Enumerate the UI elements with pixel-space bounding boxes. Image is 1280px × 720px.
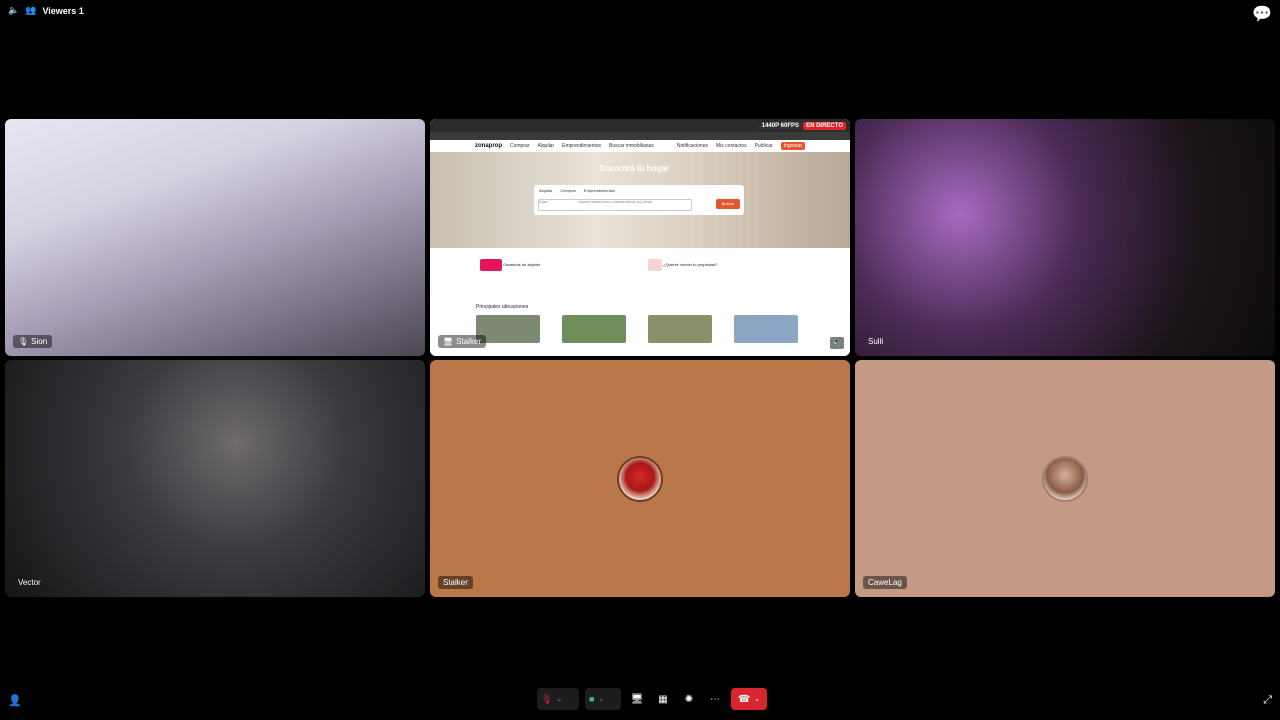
live-badge: EN DIRECTO <box>803 122 846 130</box>
screen-share-tile[interactable]: zonaprop Comprar Alquilar Emprendimiento… <box>430 119 850 356</box>
location-thumb <box>562 315 626 343</box>
video-tile-cawelag[interactable]: CaweLag <box>855 360 1275 597</box>
location-thumbnails <box>476 315 798 343</box>
participant-label: Sulli <box>863 335 888 348</box>
speaker-icon[interactable]: 🔈 <box>8 5 19 16</box>
section-title: Principales ubicaciones <box>476 304 529 310</box>
nav-item: Comprar <box>510 143 530 149</box>
shared-browser: zonaprop Comprar Alquilar Emprendimiento… <box>430 119 850 356</box>
participant-label: 🖥 Stalker <box>438 335 487 348</box>
browser-address-bar <box>430 132 850 140</box>
participant-label: CaweLag <box>863 576 907 589</box>
soundboard-button[interactable]: ✺ <box>679 688 699 710</box>
participant-name: Stalker <box>443 578 468 587</box>
camera-toggle[interactable]: ■ ⌄ <box>585 688 621 710</box>
promo-icon <box>480 259 502 271</box>
chat-icon[interactable]: 💬 <box>1252 4 1272 24</box>
quality-badge: 1440P 60FPS <box>758 122 802 130</box>
viewers-count: Viewers 1 <box>42 5 84 16</box>
viewers-info: 🔈 👥 Viewers 1 <box>8 5 84 16</box>
search-field: Casa Ingresá ubicaciones o característic… <box>538 199 692 211</box>
hangup-icon: ☎ <box>737 693 751 705</box>
video-tile-sion[interactable]: 🎙 Sion <box>5 119 425 356</box>
video-tile-sulli[interactable]: Sulli <box>855 119 1275 356</box>
search-tab: Emprendimientos <box>583 188 616 193</box>
fullscreen-icon[interactable]: ⤢ <box>1263 694 1272 707</box>
location-thumb <box>648 315 712 343</box>
hero: Encontrá tu hogar Alquilar Comprar Empre… <box>430 152 850 248</box>
search-tab: Alquilar <box>539 188 553 193</box>
avatar <box>617 455 663 502</box>
promo-title: ¿Querés vender tu propiedad? <box>663 262 718 268</box>
participant-label: Vector <box>13 576 46 589</box>
promo-title: Garantías de alquiler <box>503 262 541 268</box>
volume-icon[interactable]: 🔈 <box>830 337 844 349</box>
site-logo: zonaprop <box>475 143 502 149</box>
participant-label: Stalker <box>438 576 473 589</box>
location-thumb <box>734 315 798 343</box>
nav-item: Alquilar <box>537 143 555 149</box>
activities-icon: ▦ <box>658 693 668 705</box>
search-placeholder: Ingresá ubicaciones o características (e… <box>578 200 653 204</box>
screen-share-button[interactable]: 🖥 <box>627 688 647 710</box>
site-nav: zonaprop Comprar Alquilar Emprendimiento… <box>430 140 850 152</box>
search-button: Buscar <box>716 199 740 209</box>
top-bar: 🔈 👥 Viewers 1 💬 <box>0 0 1280 24</box>
participant-name: CaweLag <box>868 578 902 587</box>
nav-item: Mis contactos <box>716 143 747 149</box>
search-tabs: Alquilar Comprar Emprendimientos <box>534 185 744 196</box>
participant-name: Sion <box>31 337 48 346</box>
avatar <box>1042 455 1088 502</box>
screen-share-icon: 🖥 <box>630 693 644 705</box>
participant-name: Sulli <box>868 337 884 346</box>
mic-muted-icon: 🎙 <box>18 337 29 346</box>
invite-icon[interactable]: 👤 <box>8 694 22 707</box>
chevron-down-icon[interactable]: ⌄ <box>754 695 760 703</box>
mic-toggle[interactable]: 🎙 ⌄ <box>537 688 579 710</box>
nav-item: Publicar <box>754 143 773 149</box>
nav-item: Ingresar <box>780 142 805 150</box>
more-options-button[interactable]: ⋯ <box>705 688 725 710</box>
promo-garantias: Garantías de alquiler <box>480 259 540 271</box>
mic-muted-icon: 🎙 <box>541 693 553 704</box>
participant-name: Stalker <box>456 337 482 346</box>
search-box: Alquilar Comprar Emprendimientos Casa In… <box>534 185 744 215</box>
more-icon: ⋯ <box>710 693 720 705</box>
soundboard-icon: ✺ <box>684 693 694 705</box>
participant-name: Vector <box>18 578 41 587</box>
disconnect-button[interactable]: ☎ ⌄ <box>731 688 767 710</box>
search-type: Casa <box>539 200 548 204</box>
hero-title: Encontrá tu hogar <box>600 164 669 173</box>
screen-share-icon: 🖥 <box>443 337 454 346</box>
promo-icon <box>648 259 662 271</box>
viewers-icon: 👥 <box>25 5 37 15</box>
video-tile-vector[interactable]: Vector <box>5 360 425 597</box>
video-tile-stalker[interactable]: Stalker <box>430 360 850 597</box>
participant-label: 🎙 Sion <box>13 335 53 348</box>
chevron-down-icon[interactable]: ⌄ <box>598 695 604 703</box>
promo-vender: ¿Querés vender tu propiedad? <box>648 259 718 271</box>
search-tab: Comprar <box>560 188 576 193</box>
nav-item: Notificaciones <box>676 143 708 149</box>
camera-icon: ■ <box>589 694 595 704</box>
nav-item: Emprendimientos <box>562 143 602 149</box>
chevron-down-icon[interactable]: ⌄ <box>556 695 562 703</box>
activities-button[interactable]: ▦ <box>653 688 673 710</box>
call-controls: 🎙 ⌄ ■ ⌄ 🖥 ▦ ✺ ⋯ ☎ ⌄ <box>537 688 767 710</box>
nav-item: Buscar inmobiliarias <box>609 143 654 149</box>
